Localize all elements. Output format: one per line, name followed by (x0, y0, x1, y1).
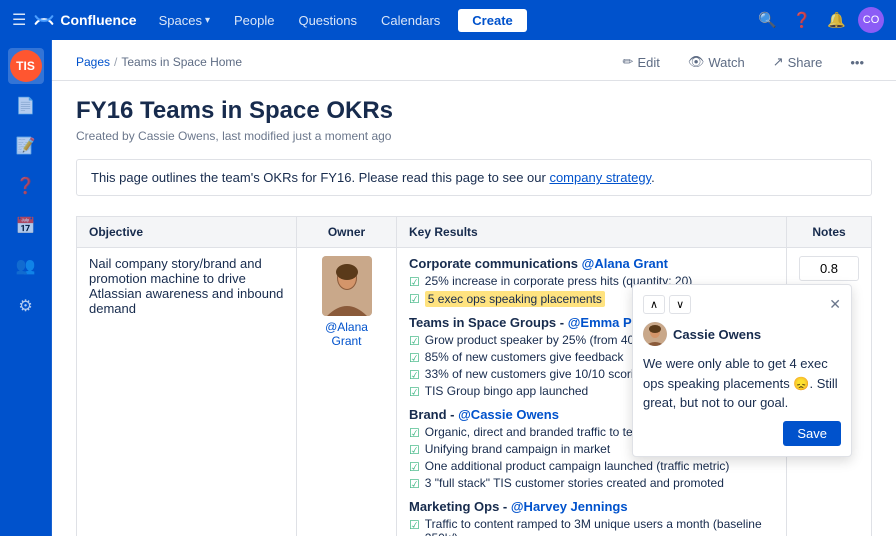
sidebar-settings-icon[interactable]: ⚙ (8, 288, 44, 324)
popup-user-avatar (643, 322, 667, 346)
check-icon: ☑ (409, 368, 420, 382)
confluence-logo[interactable]: Confluence (34, 10, 136, 30)
page-header-bar: Pages / Teams in Space Home ✏ Edit 👁 Wat… (52, 40, 896, 81)
owner-cell-1: @Alana Grant (297, 248, 397, 536)
objective-cell-1: Nail company story/brand and promotion m… (77, 248, 297, 536)
kr-section-mktg-ops: Marketing Ops - @Harvey Jennings ☑Traffi… (409, 499, 774, 536)
page-actions: ✏ Edit 👁 Watch ↗ Share ••• (615, 50, 872, 74)
check-icon: ☑ (409, 275, 420, 289)
check-icon: ☑ (409, 385, 420, 399)
sidebar-blog-icon[interactable]: 📝 (8, 128, 44, 164)
banner-text-prefix: This page outlines the team's OKRs for F… (91, 170, 549, 185)
check-icon: ☑ (409, 334, 420, 348)
banner-text-suffix: . (651, 170, 655, 185)
breadcrumb-sep: / (114, 55, 117, 69)
search-icon[interactable]: 🔍 (754, 7, 781, 33)
sidebar-pages-icon[interactable]: 📄 (8, 88, 44, 124)
mention-harvey: @Harvey Jennings (511, 499, 628, 514)
sidebar-questions-icon[interactable]: ❓ (8, 168, 44, 204)
kr-section-title-4: Marketing Ops - @Harvey Jennings (409, 499, 774, 514)
user-avatar[interactable]: CO (858, 7, 884, 33)
kr-section-title-1: Corporate communications @Alana Grant (409, 256, 774, 271)
share-button[interactable]: ↗ Share (765, 50, 831, 74)
popup-close-button[interactable]: ✕ (829, 296, 841, 313)
sidebar: TIS 📄 📝 ❓ 📅 👥 ⚙ (0, 40, 52, 536)
nav-calendars[interactable]: Calendars (371, 9, 450, 32)
nav-questions[interactable]: Questions (288, 9, 367, 32)
mention-alana: @Alana Grant (582, 256, 668, 271)
popup-nav: ∧ ∨ (643, 295, 691, 314)
breadcrumb-current: Teams in Space Home (121, 55, 242, 69)
owner-name-1: @Alana Grant (309, 320, 384, 348)
owner-avatar-img-1 (322, 256, 372, 316)
sidebar-home[interactable]: TIS (8, 48, 44, 84)
more-icon: ••• (850, 55, 864, 70)
objective-text-1: Nail company story/brand and promotion m… (89, 256, 283, 316)
hamburger-icon[interactable]: ☰ (12, 10, 26, 30)
th-objective: Objective (77, 217, 297, 248)
share-icon: ↗ (773, 54, 784, 70)
popup-header: ∧ ∨ ✕ (643, 295, 841, 314)
table-header-row: Objective Owner Key Results Notes (77, 217, 872, 248)
comment-popup: ∧ ∨ ✕ Cassie Owens (632, 284, 852, 457)
watch-button[interactable]: 👁 Watch (680, 50, 753, 74)
more-actions-button[interactable]: ••• (842, 51, 872, 74)
topnav-right: 🔍 ❓ 🔔 CO (754, 7, 884, 33)
owner-avatar-1 (322, 256, 372, 316)
main-content: Pages / Teams in Space Home ✏ Edit 👁 Wat… (52, 40, 896, 536)
th-notes: Notes (787, 217, 872, 248)
popup-comment-text: We were only able to get 4 exec ops spea… (643, 354, 841, 413)
page-meta: Created by Cassie Owens, last modified j… (76, 129, 872, 143)
kr-item: ☑Traffic to content ramped to 3M unique … (409, 517, 774, 536)
kr-item: ☑3 "full stack" TIS customer stories cre… (409, 476, 774, 491)
popup-user-name: Cassie Owens (673, 327, 761, 342)
space-avatar: TIS (10, 50, 42, 82)
breadcrumb: Pages / Teams in Space Home (76, 55, 242, 69)
kr-list-mktg-ops: ☑Traffic to content ramped to 3M unique … (409, 517, 774, 536)
nav-people[interactable]: People (224, 9, 284, 32)
edit-icon: ✏ (623, 54, 634, 70)
check-icon: ☑ (409, 518, 420, 532)
page-title: FY16 Teams in Space OKRs (76, 97, 872, 125)
sidebar-calendar-icon[interactable]: 📅 (8, 208, 44, 244)
check-icon: ☑ (409, 460, 420, 474)
watch-icon: 👁 (688, 54, 705, 70)
confluence-icon (34, 10, 54, 30)
create-button[interactable]: Create (458, 9, 526, 32)
page-title-section: FY16 Teams in Space OKRs Created by Cass… (52, 81, 896, 149)
confluence-logo-text: Confluence (60, 12, 136, 28)
popup-next-btn[interactable]: ∨ (669, 295, 691, 314)
notes-input-1[interactable] (799, 256, 859, 281)
help-icon[interactable]: ❓ (789, 7, 816, 33)
sidebar-people-icon[interactable]: 👥 (8, 248, 44, 284)
check-icon: ☑ (409, 351, 420, 365)
popup-prev-btn[interactable]: ∧ (643, 295, 665, 314)
check-icon: ☑ (409, 443, 420, 457)
info-banner: This page outlines the team's OKRs for F… (76, 159, 872, 196)
breadcrumb-pages[interactable]: Pages (76, 55, 110, 69)
notifications-icon[interactable]: 🔔 (823, 7, 850, 33)
company-strategy-link[interactable]: company strategy (549, 170, 651, 185)
edit-button[interactable]: ✏ Edit (615, 50, 668, 74)
check-icon: ☑ (409, 477, 420, 491)
mention-cassie: @Cassie Owens (458, 407, 559, 422)
popup-user: Cassie Owens (643, 322, 841, 346)
popup-save-button[interactable]: Save (783, 421, 841, 446)
kr-item: ☑One additional product campaign launche… (409, 459, 774, 474)
table-container: Objective Owner Key Results Notes Nail c… (76, 216, 872, 536)
th-keyresults: Key Results (397, 217, 787, 248)
popup-avatar-img (643, 322, 667, 346)
check-icon: ☑ (409, 426, 420, 440)
topnav: ☰ Confluence Spaces▾ People Questions Ca… (0, 0, 896, 40)
layout: TIS 📄 📝 ❓ 📅 👥 ⚙ Pages / Teams in Space H… (0, 40, 896, 536)
check-icon: ☑ (409, 292, 420, 306)
nav-spaces[interactable]: Spaces▾ (149, 9, 220, 32)
th-owner: Owner (297, 217, 397, 248)
